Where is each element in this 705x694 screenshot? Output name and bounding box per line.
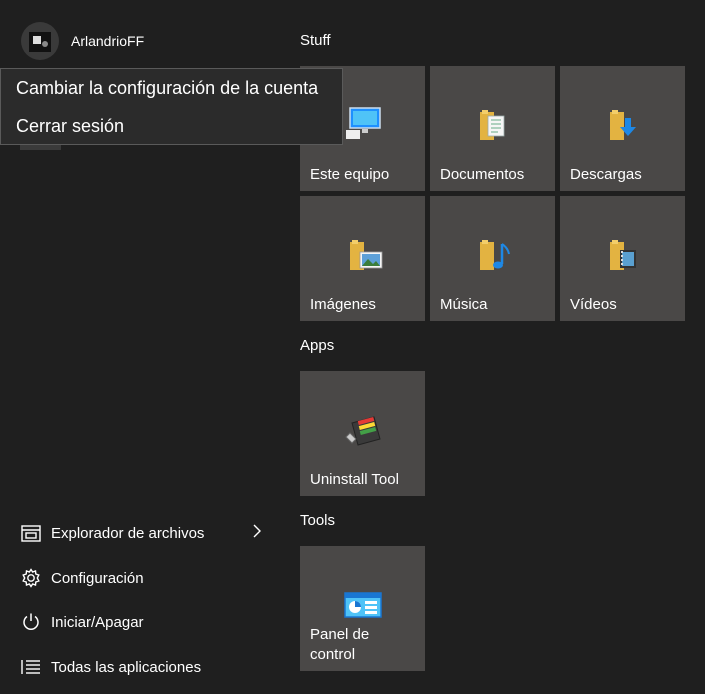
documents-folder-icon (478, 108, 508, 147)
account-context-menu: Cambiar la configuración de la cuenta Ce… (0, 68, 343, 145)
music-folder-icon (478, 238, 512, 279)
avatar (21, 22, 59, 60)
tile-label: Documentos (440, 166, 525, 183)
tile-descargas[interactable]: Descargas (560, 66, 685, 191)
group-title-apps: Apps (300, 337, 335, 354)
file-explorer-icon (20, 522, 42, 544)
menu-item-sign-out[interactable]: Cerrar sesión (16, 116, 124, 137)
tile-documentos[interactable]: Documentos (430, 66, 555, 191)
all-apps-list-icon (20, 656, 42, 678)
videos-folder-icon (608, 238, 640, 277)
tile-label: Descargas (570, 166, 642, 183)
power-icon (20, 611, 42, 633)
control-panel-icon (344, 592, 382, 623)
nav-item-file-explorer[interactable]: Explorador de archivos (20, 518, 275, 548)
group-title-tools: Tools (300, 512, 336, 529)
menu-item-change-account-settings[interactable]: Cambiar la configuración de la cuenta (16, 78, 318, 99)
nav-label: Explorador de archivos (51, 524, 205, 542)
start-menu-left-pane: ArlandrioFF Cambiar la configuración de … (0, 0, 343, 694)
nav-item-all-apps[interactable]: Todas las aplicaciones (20, 652, 275, 682)
tile-label: Vídeos (570, 296, 617, 313)
uninstall-tool-icon (344, 409, 384, 454)
tile-uninstall-tool[interactable]: Uninstall Tool (300, 371, 425, 496)
tile-label: Imágenes (310, 296, 376, 313)
tile-label: Uninstall Tool (310, 471, 399, 488)
nav-label: Iniciar/Apagar (51, 613, 144, 631)
tile-videos[interactable]: Vídeos (560, 196, 685, 321)
tile-imagenes[interactable]: Imágenes (300, 196, 425, 321)
group-title-stuff: Stuff (300, 32, 331, 49)
chevron-right-icon[interactable] (253, 524, 261, 543)
nav-item-power[interactable]: Iniciar/Apagar (20, 607, 275, 637)
tile-panel-de-control[interactable]: Panel de control (300, 546, 425, 671)
downloads-folder-icon (608, 108, 640, 147)
computer-icon (344, 106, 384, 145)
user-account-button[interactable]: ArlandrioFF (21, 22, 144, 60)
tile-label: Este equipo (310, 166, 390, 183)
tile-musica[interactable]: Música (430, 196, 555, 321)
pictures-folder-icon (348, 238, 384, 277)
tile-label: Música (440, 296, 488, 313)
gear-icon (20, 567, 42, 589)
nav-label: Todas las aplicaciones (51, 658, 202, 676)
tile-label: Panel de control (310, 626, 370, 663)
nav-item-settings[interactable]: Configuración (20, 563, 275, 593)
nav-label: Configuración (51, 569, 144, 587)
user-name: ArlandrioFF (71, 33, 145, 49)
